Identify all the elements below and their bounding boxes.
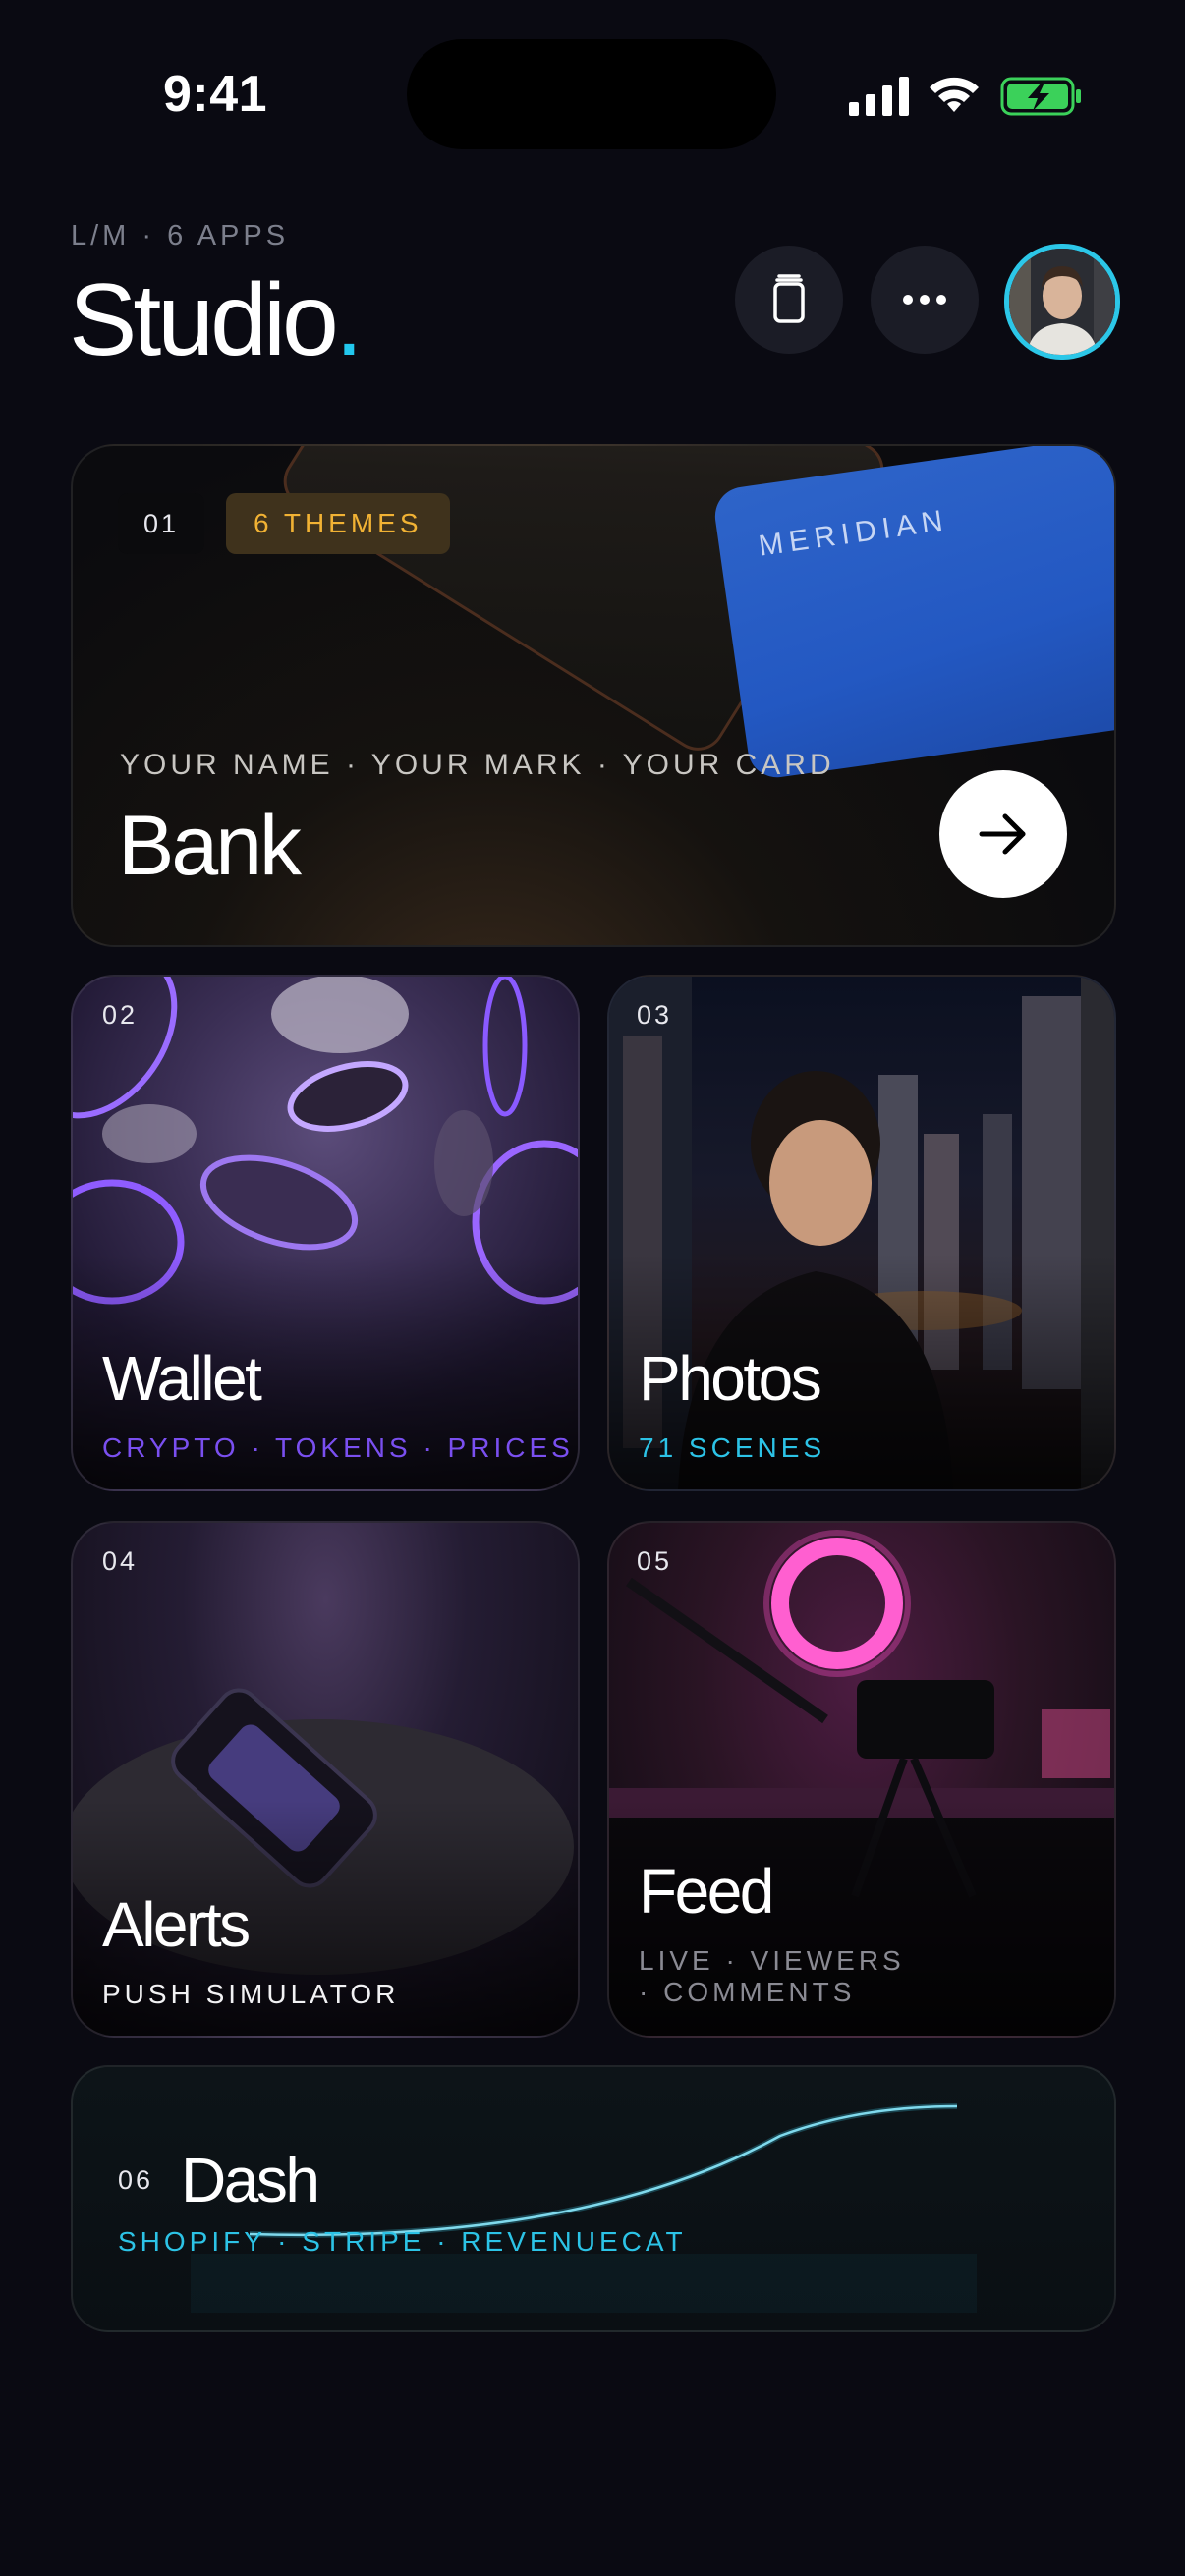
- battery-charging-icon: [1000, 77, 1081, 116]
- card-label: Wallet: [102, 1343, 262, 1414]
- app-card-wallet[interactable]: 02 Wallet CRYPTO · TOKENS · PRICES: [71, 975, 580, 1491]
- copy-icon: [773, 274, 805, 323]
- app-card-dash[interactable]: 06 Dash SHOPIFY · STRIPE · REVENUECAT: [71, 2065, 1116, 2332]
- card-label: Dash: [181, 2145, 320, 2215]
- card-tags: 71 SCENES: [639, 1432, 826, 1463]
- status-time: 9:41: [163, 66, 268, 123]
- profile-avatar[interactable]: [1004, 244, 1120, 360]
- app-card-photos[interactable]: 03 Photos 71 SCENES: [607, 975, 1116, 1491]
- card-tags-line2: · COMMENTS: [639, 1977, 856, 2007]
- themes-badge: 6 THEMES: [226, 493, 450, 554]
- page-title: Studio.: [69, 261, 364, 379]
- open-bank-button[interactable]: [939, 770, 1067, 898]
- card-tags: PUSH SIMULATOR: [102, 1979, 400, 2009]
- cellular-signal-icon: [849, 77, 909, 116]
- card-number: 06: [118, 2165, 154, 2195]
- more-dots-icon: [903, 295, 946, 305]
- meridian-card-graphic: MERIDIAN: [711, 446, 1114, 782]
- header-kicker: L/M · 6 APPS: [71, 220, 290, 252]
- card-tags-line1: LIVE · VIEWERS: [639, 1945, 905, 1976]
- card-number: 01: [118, 493, 204, 554]
- wifi-icon: [930, 77, 979, 112]
- card-number: 04: [102, 1546, 139, 1576]
- copy-button[interactable]: [735, 246, 843, 354]
- app-card-bank[interactable]: MERIDIAN 01 6 THEMES YOUR NAME · YOUR MA…: [71, 444, 1116, 947]
- card-number: 02: [102, 1000, 139, 1030]
- card-number: 05: [637, 1546, 673, 1576]
- card-label: Alerts: [102, 1889, 251, 1960]
- arrow-right-icon: [979, 813, 1026, 855]
- card-number: 03: [637, 1000, 673, 1030]
- app-card-feed[interactable]: 05 Feed LIVE · VIEWERS · COMMENTS: [607, 1521, 1116, 2038]
- app-card-alerts[interactable]: 04 Alerts PUSH SIMULATOR: [71, 1521, 580, 2038]
- page-title-text: Studio: [69, 263, 339, 377]
- card-label: Feed: [639, 1856, 774, 1927]
- dynamic-island: [407, 39, 776, 149]
- card-subtitle: YOUR NAME · YOUR MARK · YOUR CARD: [120, 749, 835, 781]
- more-button[interactable]: [871, 246, 979, 354]
- avatar-photo: [1009, 249, 1115, 355]
- page-title-dot: .: [334, 263, 364, 377]
- card-label: Bank: [118, 799, 302, 893]
- card-brand: MERIDIAN: [757, 503, 951, 563]
- card-tags: CRYPTO · TOKENS · PRICES: [102, 1432, 574, 1463]
- card-label: Photos: [639, 1343, 822, 1414]
- card-tags: SHOPIFY · STRIPE · REVENUECAT: [118, 2226, 687, 2257]
